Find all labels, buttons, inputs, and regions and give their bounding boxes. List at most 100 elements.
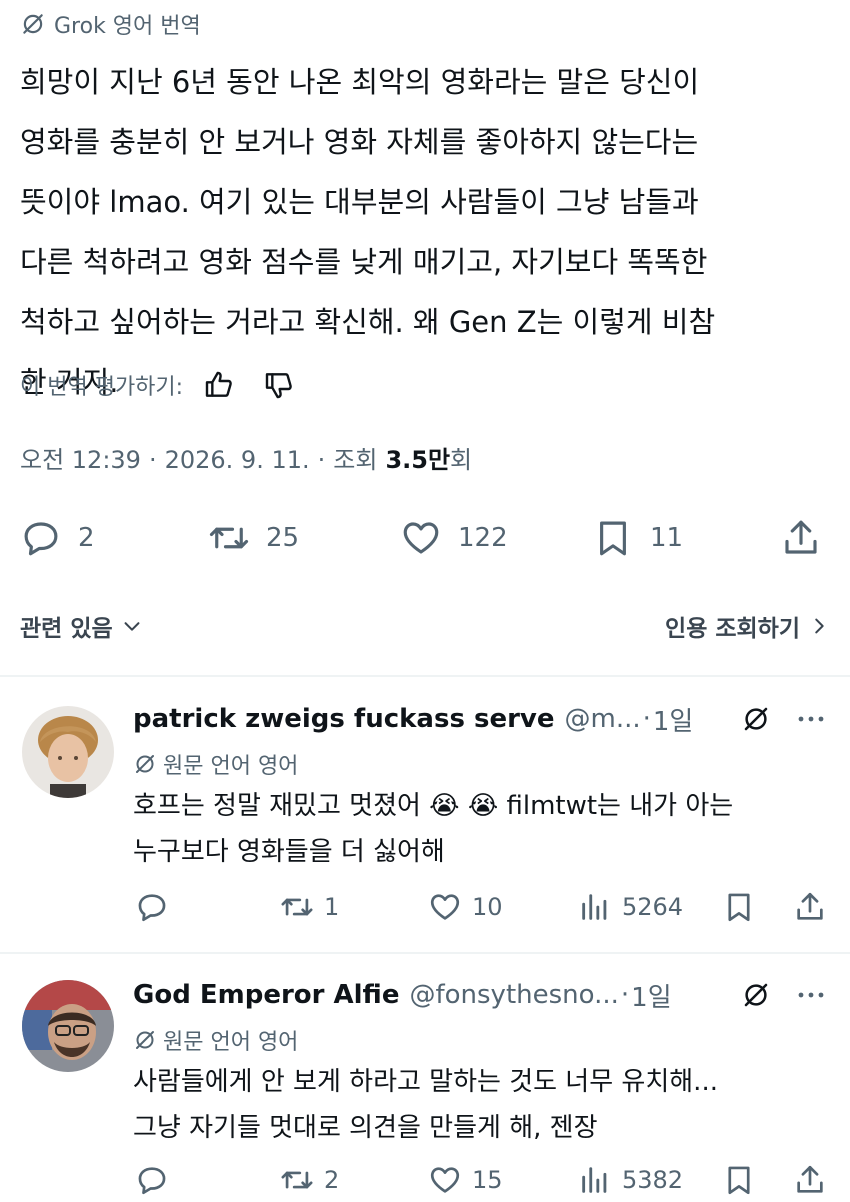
share-icon <box>797 1165 823 1193</box>
like-button[interactable]: 10 <box>428 885 503 929</box>
reply-time: 1일 <box>631 982 672 1013</box>
tweet-date: 2026. 9. 11. <box>164 446 310 474</box>
repost-count: 1 <box>324 893 340 921</box>
share-button[interactable] <box>793 885 827 929</box>
rate-label: 이 번역 평가하기: <box>20 375 184 400</box>
divider <box>0 952 850 954</box>
bookmark-button[interactable]: 11 <box>592 510 683 566</box>
tweet-time: 오전 12:39 <box>20 446 141 474</box>
original-language-label: 원문 언어 영어 <box>163 1030 299 1055</box>
repost-count: 2 <box>324 1166 340 1194</box>
repost-button[interactable]: 2 <box>280 1158 339 1202</box>
more-options-icon[interactable] <box>793 983 829 1007</box>
original-language-label: 원문 언어 영어 <box>163 754 299 779</box>
analytics-icon <box>582 894 607 920</box>
like-count: 15 <box>472 1166 503 1194</box>
bookmark-button[interactable] <box>722 885 756 929</box>
avatar-image <box>22 706 114 798</box>
reply-author-name[interactable]: patrick zweigs fuckass serve <box>133 704 555 734</box>
sort-relevant-button[interactable]: 관련 있음 <box>20 609 143 643</box>
reply-line: 호프는 정말 재밌고 멋졌어 😭 😭 filmtwt는 내가 아는 <box>133 791 734 821</box>
reply-action-bar: 2 15 5382 <box>0 1158 850 1202</box>
avatar[interactable] <box>22 706 114 798</box>
tweet-line: 영화를 충분히 안 보거나 영화 자체를 좋아하지 않는다는 <box>20 125 699 159</box>
like-count: 122 <box>458 523 508 553</box>
translation-header-label: Grok 영어 번역 <box>54 14 201 39</box>
views-label: 조회 <box>333 446 378 474</box>
reply-line: 누구보다 영화들을 더 싫어해 <box>133 837 445 867</box>
divider <box>0 675 850 677</box>
heart-icon <box>430 894 460 920</box>
avatar[interactable] <box>22 980 114 1072</box>
bookmark-count: 11 <box>650 523 684 553</box>
reply-header: God Emperor Alfie @fonsythesno... · 1일 <box>133 975 833 1015</box>
reply-count: 2 <box>78 523 95 553</box>
heart-icon <box>430 1167 460 1193</box>
share-button[interactable] <box>780 510 822 566</box>
reply-author-handle[interactable]: @m... <box>565 704 641 734</box>
more-options-icon[interactable] <box>793 707 829 731</box>
views-suffix: 회 <box>450 446 473 474</box>
view-quotes-button[interactable]: 인용 조회하기 <box>665 609 830 643</box>
grok-icon <box>136 1031 154 1049</box>
reply-button[interactable] <box>135 1158 169 1202</box>
analytics-icon <box>582 1167 607 1193</box>
reply-action-bar: 1 10 5264 <box>0 885 850 929</box>
reply-time: 1일 <box>652 706 694 737</box>
like-count: 10 <box>472 893 503 921</box>
tweet-action-bar: 2 25 122 11 <box>0 510 850 566</box>
tweet-text: 희망이 지난 6년 동안 나온 최악의 영화라는 말은 당신이 영화를 충분히 … <box>20 52 832 412</box>
bookmark-icon <box>728 893 750 922</box>
like-button[interactable]: 122 <box>400 510 508 566</box>
reply-author-name[interactable]: God Emperor Alfie <box>133 980 399 1010</box>
tweet-meta: 오전 12:39 · 2026. 9. 11. · 조회 3.5만 회 <box>20 440 472 475</box>
repost-icon <box>281 898 313 916</box>
reply-header: patrick zweigs fuckass serve @m... · 1일 <box>133 699 833 739</box>
original-language: 원문 언어 영어 <box>133 748 298 780</box>
repost-button[interactable]: 1 <box>280 885 339 929</box>
grok-icon[interactable] <box>741 704 771 734</box>
avatar-image <box>22 980 114 1072</box>
repost-icon <box>209 527 249 549</box>
rate-translation: 이 번역 평가하기: <box>20 363 297 407</box>
sort-label: 관련 있음 <box>20 616 113 642</box>
tweet-line: 다른 척하려고 영화 점수를 낮게 매기고, 자기보다 똑똑한 <box>20 245 708 279</box>
grok-icon <box>23 14 43 34</box>
reply-line: 그냥 자기들 멋대로 의견을 만들게 해, 젠장 <box>133 1113 598 1143</box>
meta-separator: · <box>317 446 326 474</box>
reply-icon <box>24 522 58 556</box>
related-row: 관련 있음 인용 조회하기 <box>20 604 830 648</box>
views-count: 5264 <box>622 893 684 921</box>
thumbs-up-icon <box>205 371 232 397</box>
tweet-line: 척하고 싶어하는 거라고 확신해. 왜 Gen Z는 이렇게 비참 <box>20 305 716 339</box>
thumbs-down-icon <box>265 373 292 399</box>
repost-icon <box>281 1171 313 1189</box>
reply-text: 사람들에게 안 보게 하라고 말하는 것도 너무 유치해... 그냥 자기들 멋… <box>133 1059 833 1151</box>
original-language: 원문 언어 영어 <box>133 1024 298 1056</box>
share-button[interactable] <box>793 1158 827 1202</box>
reply-author-handle[interactable]: @fonsythesno... <box>409 980 618 1010</box>
view-quotes-label: 인용 조회하기 <box>665 616 800 642</box>
reply-dot: · <box>642 704 651 734</box>
tweet-line: 희망이 지난 6년 동안 나온 최악의 영화라는 말은 당신이 <box>20 65 700 99</box>
repost-button[interactable]: 25 <box>208 510 299 566</box>
thumbs-down-button[interactable] <box>261 367 297 403</box>
chevron-right-icon <box>815 618 824 634</box>
grok-icon[interactable] <box>741 980 771 1010</box>
reply-line: 사람들에게 안 보게 하라고 말하는 것도 너무 유치해... <box>133 1067 718 1097</box>
bookmark-icon <box>600 521 626 556</box>
reply-button[interactable] <box>135 885 169 929</box>
views-button[interactable]: 5382 <box>578 1158 683 1202</box>
heart-icon <box>403 522 439 554</box>
like-button[interactable]: 15 <box>428 1158 503 1202</box>
views-button[interactable]: 5264 <box>578 885 683 929</box>
bookmark-button[interactable] <box>722 1158 756 1202</box>
reply-button[interactable]: 2 <box>20 510 95 566</box>
grok-icon <box>136 755 154 773</box>
translation-header: Grok 영어 번역 <box>20 8 201 40</box>
meta-separator: · <box>148 446 157 474</box>
share-icon <box>797 892 823 920</box>
thumbs-up-button[interactable] <box>201 367 237 403</box>
views-count: 3.5만 <box>385 446 451 474</box>
tweet-line: 뜻이야 lmao. 여기 있는 대부분의 사람들이 그냥 남들과 <box>20 185 699 219</box>
